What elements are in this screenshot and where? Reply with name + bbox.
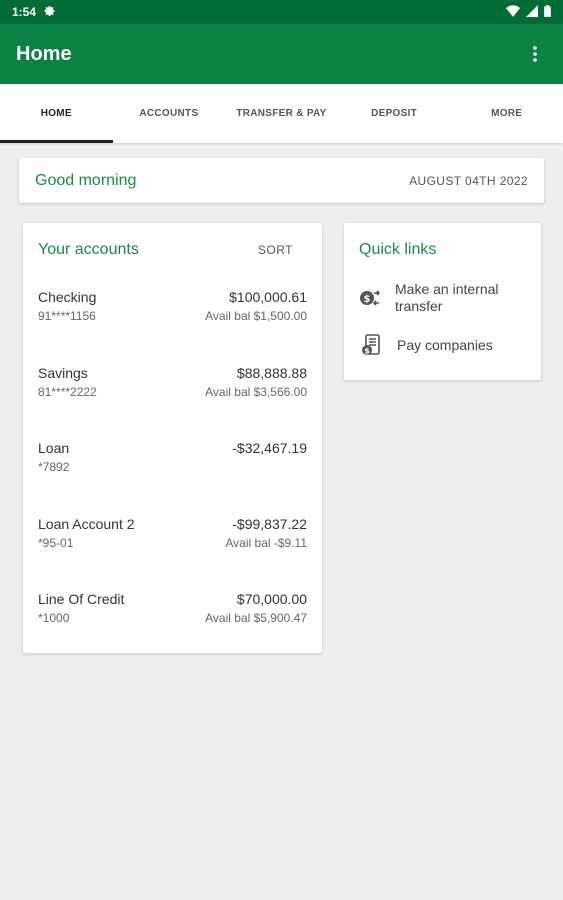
account-name: Loan: [38, 440, 70, 456]
status-time: 1:54: [12, 5, 37, 19]
account-name: Line Of Credit: [38, 591, 125, 607]
page-title: Home: [16, 42, 72, 65]
account-name: Savings: [38, 364, 88, 381]
account-row-loan[interactable]: Loan *7892 -$32,467.19: [38, 440, 307, 516]
greeting-date: AUGUST 04TH 2022: [409, 173, 528, 188]
account-number: 91****1156: [38, 309, 96, 323]
account-available-balance: Avail bal $5,900.47: [205, 611, 307, 625]
greeting-text: Good morning: [35, 171, 137, 189]
accounts-card: Your accounts SORT Checking 91****1156 $…: [23, 223, 322, 653]
settings-gear-icon: [44, 5, 56, 20]
account-number: *95-01: [38, 535, 74, 550]
app-bar: Home: [0, 24, 563, 84]
quick-link-internal-transfer[interactable]: $ Make an internal transfer: [359, 281, 526, 315]
overflow-menu-icon[interactable]: [523, 42, 547, 66]
account-name: Loan Account 2: [38, 515, 135, 532]
tab-accounts[interactable]: ACCOUNTS: [113, 84, 226, 143]
quick-links-title: Quick links: [359, 241, 437, 258]
account-row-savings[interactable]: Savings 81****2222 $88,888.88 Avail bal …: [38, 365, 307, 441]
account-name: Checking: [38, 289, 97, 305]
svg-text:$: $: [364, 347, 370, 356]
account-row-loan-account-2[interactable]: Loan Account 2 *95-01 -$99,837.22 Avail …: [38, 516, 307, 592]
battery-icon: [544, 4, 551, 20]
accounts-header: Your accounts SORT: [38, 241, 307, 259]
account-balance: -$99,837.22: [232, 515, 307, 532]
account-available-balance: Avail bal $1,500.00: [205, 309, 307, 323]
tab-transfer-pay[interactable]: TRANSFER & PAY: [225, 84, 338, 143]
greeting-card: Good morning AUGUST 04TH 2022: [19, 158, 544, 203]
account-available-balance: Avail bal -$9.11: [225, 535, 307, 550]
tab-bar: HOME ACCOUNTS TRANSFER & PAY DEPOSIT MOR…: [0, 84, 563, 143]
svg-text:$: $: [364, 294, 371, 305]
account-number: *7892: [38, 460, 70, 474]
pay-companies-icon: $: [359, 333, 383, 357]
quick-link-label: Make an internal transfer: [395, 281, 499, 314]
sort-button[interactable]: SORT: [258, 243, 293, 257]
wifi-icon: [506, 4, 520, 20]
accounts-title: Your accounts: [38, 241, 139, 258]
tab-home[interactable]: HOME: [0, 84, 113, 143]
account-balance: $88,888.88: [236, 364, 307, 381]
account-balance: $100,000.61: [229, 289, 307, 305]
tab-deposit[interactable]: DEPOSIT: [338, 84, 451, 143]
quick-link-pay-companies[interactable]: $ Pay companies: [359, 333, 526, 357]
status-bar: 1:54: [0, 0, 563, 24]
account-available-balance: Avail bal $3,566.00: [205, 384, 307, 399]
account-row-line-of-credit[interactable]: Line Of Credit *1000 $70,000.00 Avail ba…: [38, 591, 307, 667]
cell-signal-icon: [526, 4, 538, 20]
account-balance: $70,000.00: [236, 591, 307, 607]
account-number: *1000: [38, 611, 70, 625]
account-number: 81****2222: [38, 384, 97, 399]
quick-link-label: Pay companies: [397, 336, 493, 353]
tab-more[interactable]: MORE: [450, 84, 563, 143]
account-row-checking[interactable]: Checking 91****1156 $100,000.61 Avail ba…: [38, 289, 307, 365]
quick-links-card: Quick links $ Make an internal transfer …: [344, 223, 541, 380]
transfer-icon: $: [359, 286, 381, 310]
account-balance: -$32,467.19: [232, 440, 307, 456]
